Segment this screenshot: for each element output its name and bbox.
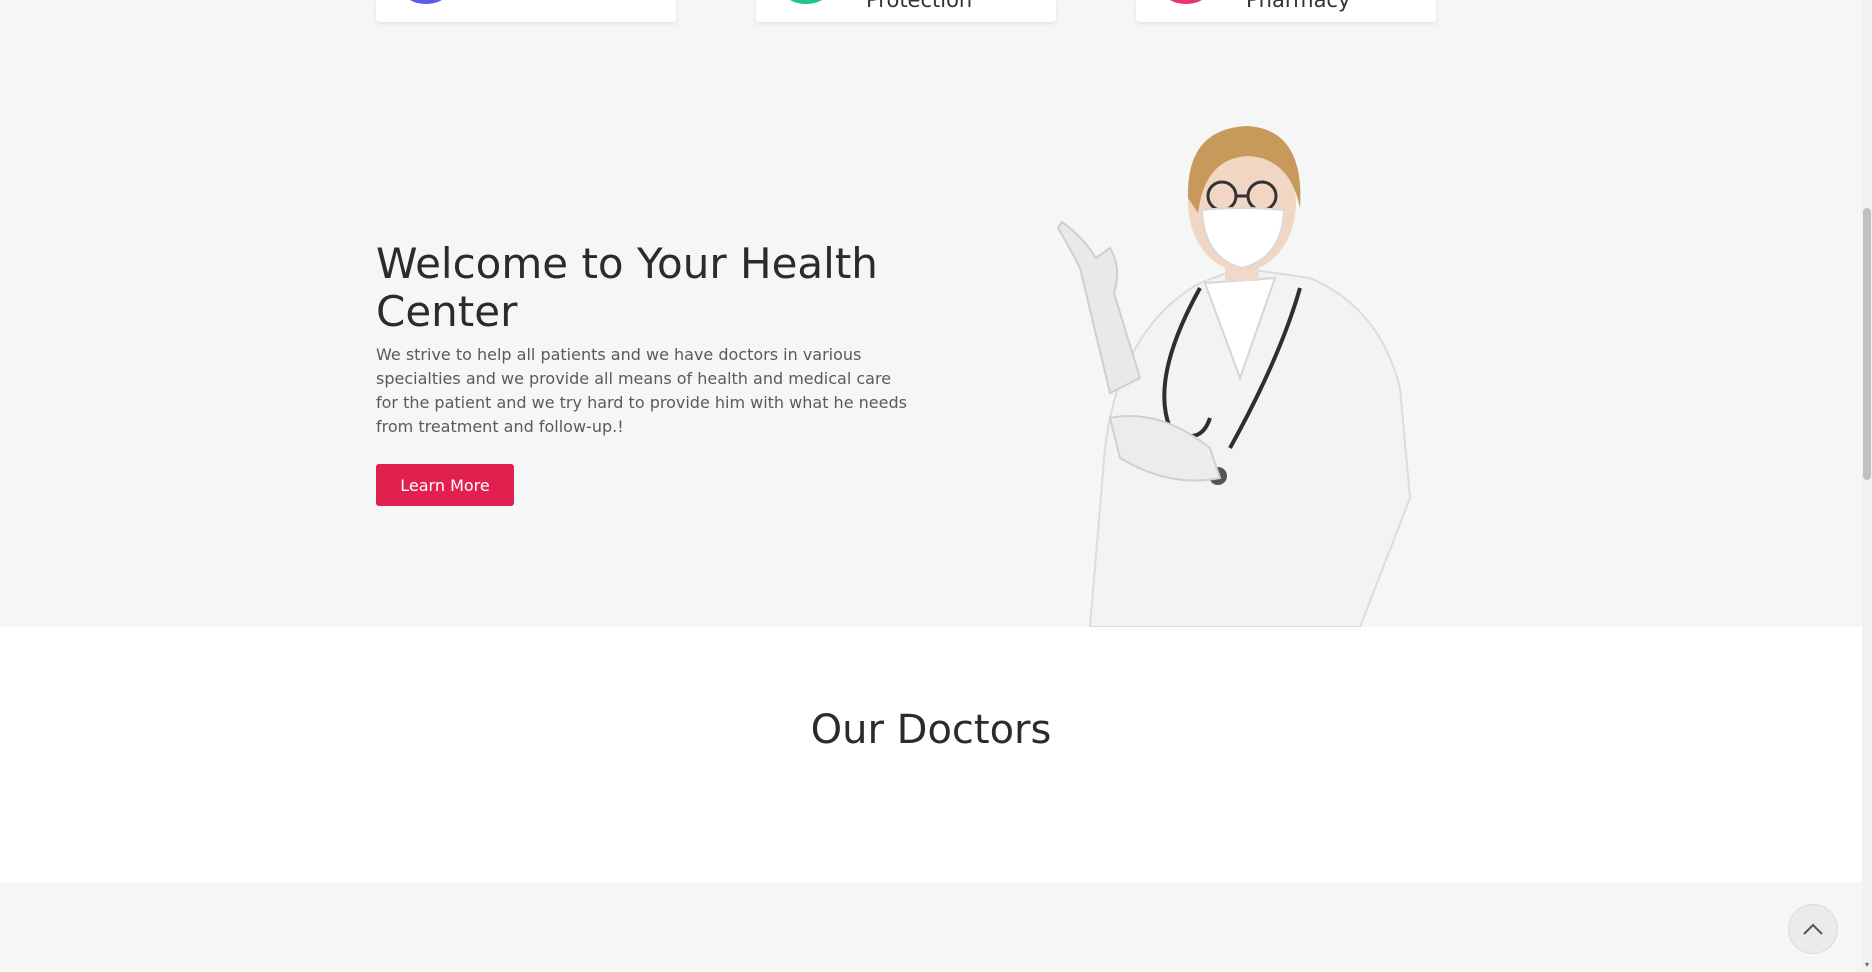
scroll-down-arrow-icon[interactable]: ▾ — [1862, 960, 1872, 972]
service-card-protection[interactable]: Protection — [756, 0, 1056, 22]
shield-icon — [784, 0, 828, 4]
next-section-band — [0, 882, 1862, 972]
doctors-section: Our Doctors — [0, 627, 1862, 882]
service-icon — [404, 0, 448, 4]
pharmacy-icon — [1164, 0, 1208, 4]
hero-description: We strive to help all patients and we ha… — [376, 345, 907, 436]
doctors-title: Our Doctors — [810, 707, 1052, 753]
hero-title: Welcome to Your Health Center — [376, 239, 878, 336]
service-card-1[interactable] — [376, 0, 676, 22]
page: Protection Pharmacy Welcome to Your Heal… — [0, 0, 1862, 972]
doctor-image — [1056, 126, 1412, 627]
service-card-pharmacy[interactable]: Pharmacy — [1136, 0, 1436, 22]
back-to-top-button[interactable] — [1788, 904, 1838, 954]
page-scrollbar[interactable]: ▾ — [1862, 0, 1872, 972]
service-card-label: Pharmacy — [1246, 0, 1351, 12]
service-card-label: Protection — [866, 0, 973, 12]
scrollbar-thumb[interactable] — [1863, 208, 1871, 480]
chevron-up-icon — [1803, 923, 1823, 935]
hero-section: Protection Pharmacy Welcome to Your Heal… — [0, 0, 1862, 627]
learn-more-button[interactable]: Learn More — [376, 464, 514, 506]
